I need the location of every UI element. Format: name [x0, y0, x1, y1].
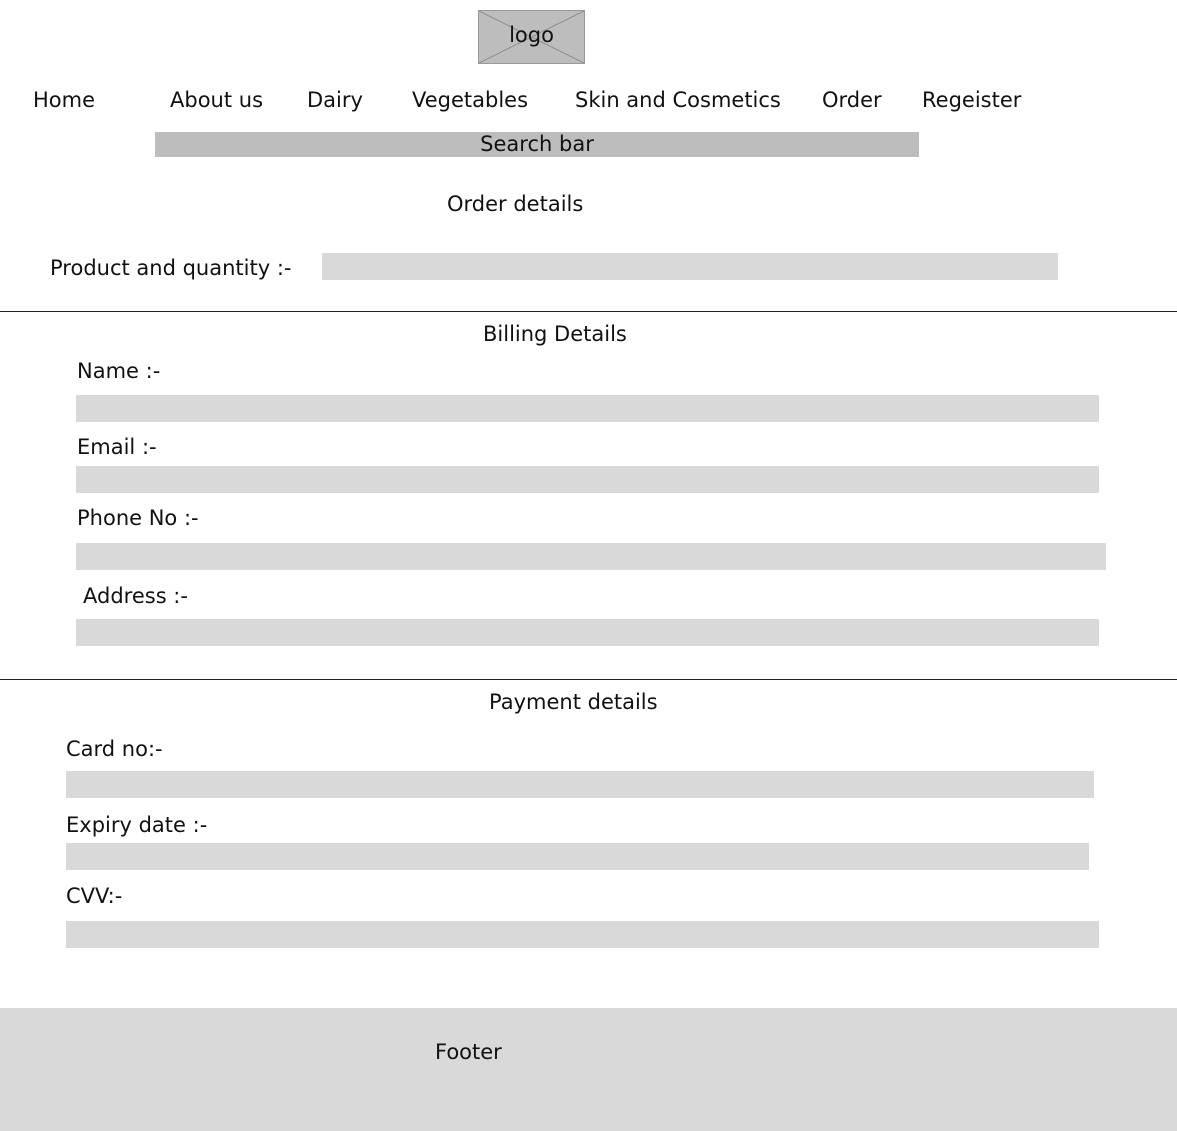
divider: [0, 311, 1177, 312]
product-quantity-field[interactable]: [322, 253, 1058, 280]
nav-item-dairy[interactable]: Dairy: [307, 86, 363, 114]
nav-item-home[interactable]: Home: [33, 86, 95, 114]
cvv-label: CVV:-: [66, 884, 123, 908]
divider: [0, 679, 1177, 680]
expiry-date-field[interactable]: [66, 843, 1089, 870]
address-field[interactable]: [76, 619, 1099, 646]
search-input[interactable]: [155, 132, 919, 157]
nav-item-about-us[interactable]: About us: [170, 86, 263, 114]
cvv-field[interactable]: [66, 921, 1099, 948]
order-details-title: Order details: [447, 192, 584, 216]
nav-item-order[interactable]: Order: [822, 86, 882, 114]
email-field[interactable]: [76, 466, 1099, 493]
logo-placeholder: logo: [478, 10, 585, 64]
footer-text: Footer: [435, 1040, 502, 1064]
payment-details-title: Payment details: [489, 690, 658, 714]
card-number-label: Card no:-: [66, 737, 163, 761]
footer: Footer: [0, 1008, 1177, 1131]
card-number-field[interactable]: [66, 771, 1094, 798]
nav-item-vegetables[interactable]: Vegetables: [412, 86, 528, 114]
nav-item-skin-and-cosmetics[interactable]: Skin and Cosmetics: [575, 86, 781, 114]
phone-label: Phone No :-: [77, 506, 199, 530]
name-field[interactable]: [76, 395, 1099, 422]
expiry-date-label: Expiry date :-: [66, 813, 208, 837]
logo-text: logo: [509, 23, 554, 47]
address-label: Address :-: [83, 584, 188, 608]
name-label: Name :-: [77, 359, 161, 383]
product-quantity-label: Product and quantity :-: [50, 256, 292, 280]
email-label: Email :-: [77, 435, 157, 459]
billing-details-title: Billing Details: [483, 322, 627, 346]
nav-item-register[interactable]: Regeister: [922, 86, 1021, 114]
phone-field[interactable]: [76, 543, 1106, 570]
